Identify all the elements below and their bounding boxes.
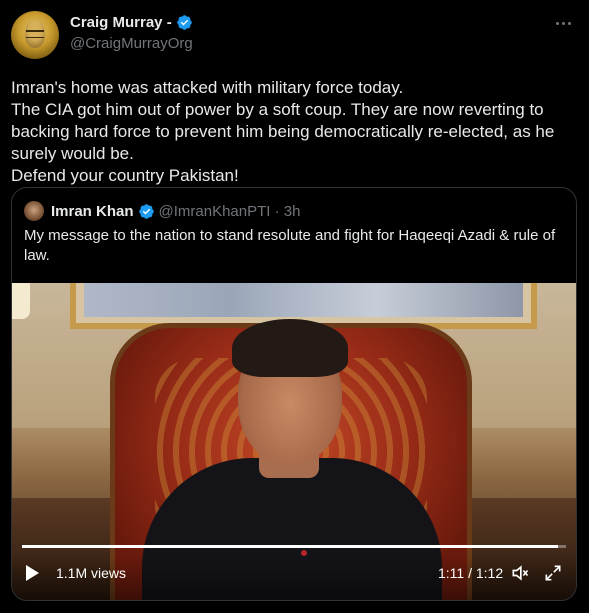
author-avatar[interactable] (11, 11, 59, 59)
video-progress-fill (22, 545, 559, 548)
video-background-lamp (12, 283, 30, 319)
quoted-author-name: Imran Khan (51, 202, 134, 220)
author-handle[interactable]: @CraigMurrayOrg (70, 35, 193, 52)
video-controls: 1.1M views 1:11 / 1:12 (12, 555, 576, 600)
quoted-handle-time: @ImranKhanPTI · 3h (158, 202, 301, 220)
verified-badge-icon (138, 203, 154, 219)
author-name-row: Craig Murray - (70, 14, 193, 31)
quoted-post[interactable]: Imran Khan @ImranKhanPTI · 3h My message… (11, 187, 577, 601)
video-views: 1.1M views (56, 565, 127, 581)
quoted-header: Imran Khan @ImranKhanPTI · 3h (24, 201, 300, 221)
video-progress-bar[interactable] (22, 545, 566, 548)
play-icon[interactable] (26, 565, 39, 581)
video-player[interactable]: 1.1M views 1:11 / 1:12 (12, 283, 576, 600)
avatar-glasses (26, 30, 44, 38)
quoted-text: My message to the nation to stand resolu… (24, 227, 556, 264)
post-text: Imran's home was attacked with military … (11, 78, 555, 185)
fullscreen-icon[interactable] (543, 563, 563, 583)
video-time: 1:11 / 1:12 (438, 565, 504, 581)
video-person-hair (232, 319, 348, 377)
verified-badge-icon (176, 15, 192, 30)
more-options-icon[interactable] (551, 13, 575, 33)
quoted-avatar (24, 201, 44, 221)
author-name[interactable]: Craig Murray - (70, 14, 172, 31)
volume-icon[interactable] (509, 563, 531, 583)
